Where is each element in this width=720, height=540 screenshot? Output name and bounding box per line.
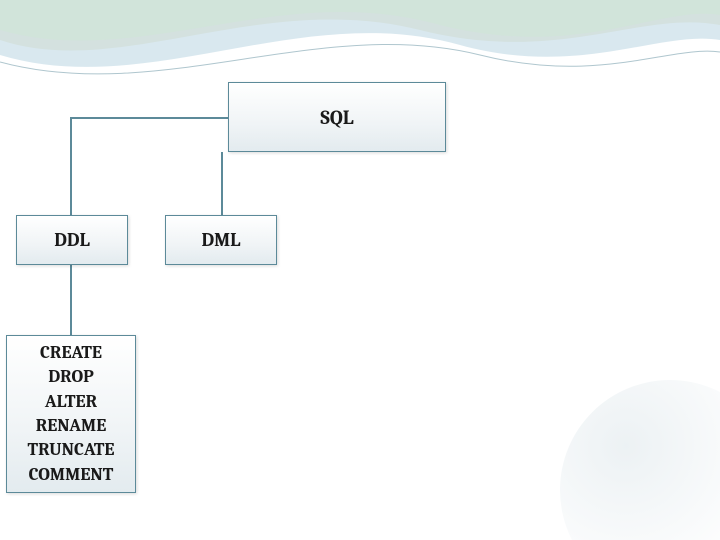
node-ddl-commands: CREATE DROP ALTER RENAME TRUNCATE COMMEN… <box>6 335 136 493</box>
node-dml: DML <box>165 215 277 265</box>
node-ddl-label: DDL <box>54 229 90 251</box>
node-sql: SQL <box>228 82 446 152</box>
node-ddl: DDL <box>16 215 128 265</box>
node-sql-label: SQL <box>320 106 353 129</box>
node-dml-label: DML <box>202 229 241 251</box>
node-ddl-commands-text: CREATE DROP ALTER RENAME TRUNCATE COMMEN… <box>28 341 115 487</box>
connector-sql-ddl <box>70 117 72 215</box>
connector-sql-dml <box>221 152 223 215</box>
connector-bus <box>70 117 228 119</box>
background-corner <box>560 380 720 540</box>
connector-ddl-commands <box>70 265 72 335</box>
